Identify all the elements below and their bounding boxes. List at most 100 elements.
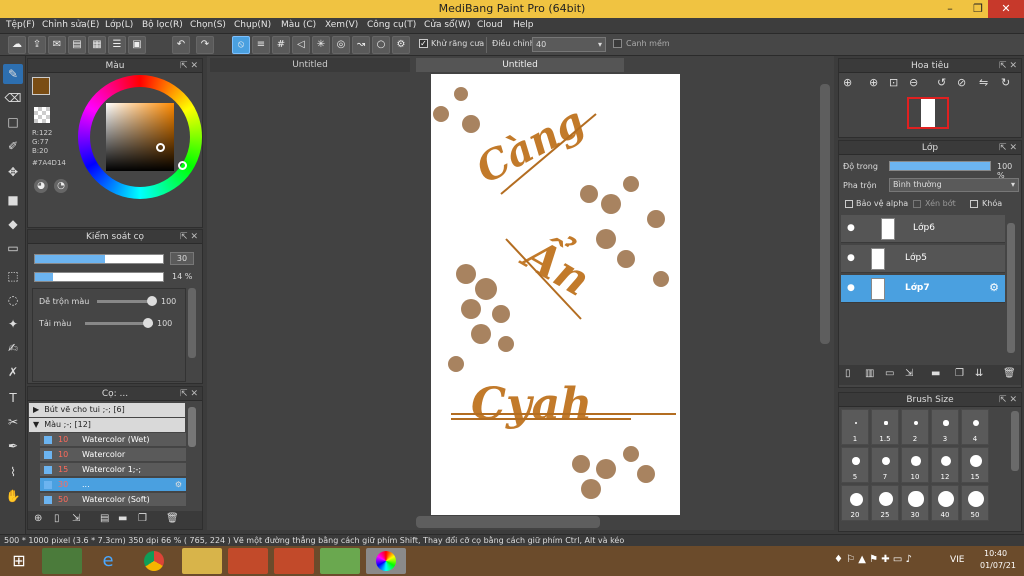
canvas-hscrollbar[interactable] [416, 516, 600, 528]
radial-snap-icon[interactable]: ✳ [312, 36, 330, 54]
clock-time[interactable]: 10:40 [984, 549, 1007, 558]
panel-close-icon[interactable]: ⇱ ✕ [999, 141, 1017, 155]
zoom-in-icon[interactable]: ⊕ [843, 76, 852, 89]
settings-snap-icon[interactable]: ⚙ [392, 36, 410, 54]
brush-tool-icon[interactable]: ✎ [3, 64, 23, 84]
lasso-tool-icon[interactable]: ◌ [3, 290, 23, 310]
brush-size-cell[interactable]: 15 [961, 447, 989, 483]
panel-close-icon[interactable]: ⇱ ✕ [180, 59, 198, 73]
brush-item[interactable]: 30... ⚙ [40, 478, 186, 492]
new-1bit-layer-icon[interactable]: ▭ [885, 368, 894, 379]
brush-size-slider[interactable] [34, 254, 164, 264]
taskbar-app-green[interactable] [320, 548, 360, 574]
dot-pen-tool-icon[interactable]: ✐ [3, 136, 23, 156]
chrome-icon[interactable] [134, 548, 174, 574]
lock-checkbox[interactable] [970, 200, 978, 208]
flip-icon[interactable]: ⇋ [979, 76, 988, 89]
sv-cursor[interactable] [156, 143, 165, 152]
magic-wand-tool-icon[interactable]: ✦ [3, 314, 23, 334]
duplicate-icon[interactable]: ❐ [138, 513, 147, 524]
clipping-checkbox[interactable] [913, 200, 921, 208]
brush-size-cell[interactable]: 30 [901, 485, 929, 521]
menu-window[interactable]: Cửa sổ(W) [424, 20, 470, 30]
redo-icon[interactable]: ↷ [196, 36, 214, 54]
undo-icon[interactable]: ↶ [172, 36, 190, 54]
canvas[interactable]: Càng Ẩn Cyah [431, 74, 680, 515]
gear-icon[interactable]: ⚙ [989, 281, 999, 294]
select-tool-icon[interactable]: ⬚ [3, 266, 23, 286]
gradient-tool-icon[interactable]: ▭ [3, 238, 23, 258]
document-icon[interactable]: ▦ [88, 36, 106, 54]
brush-size-cell[interactable]: 4 [961, 409, 989, 445]
folder-icon[interactable]: ▬ [118, 513, 127, 524]
new-file-icon[interactable]: ▯ [54, 513, 60, 524]
curve-snap-icon[interactable]: ↝ [352, 36, 370, 54]
brush-size-cell[interactable]: 7 [871, 447, 899, 483]
tab-untitled-1[interactable]: Untitled [210, 58, 410, 72]
scrollbar[interactable] [1011, 411, 1019, 471]
message-icon[interactable]: ▤ [68, 36, 86, 54]
paint-slider-thumb[interactable] [143, 318, 153, 328]
brush-item[interactable]: 10 Watercolor (Wet) [40, 433, 186, 447]
share-icon[interactable]: ⇪ [28, 36, 46, 54]
cross-snap-icon[interactable]: # [272, 36, 290, 54]
parallel-snap-icon[interactable]: ≡ [252, 36, 270, 54]
blend-slider-thumb[interactable] [147, 296, 157, 306]
menu-edit[interactable]: Chỉnh sửa(E) [42, 20, 99, 30]
blend-slider[interactable] [97, 300, 153, 303]
rotate-reset-icon[interactable]: ⊘ [957, 76, 966, 89]
canvas-vscrollbar[interactable] [820, 84, 830, 344]
brush-size-value[interactable]: 30 [170, 252, 194, 265]
brush-size-cell[interactable]: 20 [841, 485, 869, 521]
scrollbar[interactable] [188, 407, 196, 447]
panel-close-icon[interactable]: ⇱ ✕ [999, 59, 1017, 73]
select-eraser-tool-icon[interactable]: ✗ [3, 362, 23, 382]
file-explorer-icon[interactable] [182, 548, 222, 574]
brush-group-row[interactable]: ▶ Bút vẽ cho tui ;-; [6] [29, 403, 185, 417]
add-layer-menu-icon[interactable]: ⇲ [905, 368, 913, 379]
adjust-select[interactable]: 40 ▾ [532, 37, 606, 52]
menu-file[interactable]: Tệp(F) [6, 20, 35, 30]
brush-size-cell[interactable]: 1.5 [871, 409, 899, 445]
brush-size-cell[interactable]: 40 [931, 485, 959, 521]
hand-tool-icon[interactable]: ✋ [3, 486, 23, 506]
visibility-eye-icon[interactable]: ● [847, 283, 855, 293]
folder-icon[interactable]: ▬ [931, 368, 940, 379]
bucket-tool-icon[interactable]: ◆ [3, 214, 23, 234]
import-icon[interactable]: ⇲ [72, 513, 80, 524]
brush-size-cell[interactable]: 2 [901, 409, 929, 445]
zoom-in-icon[interactable]: ⊕ [869, 76, 878, 89]
close-button[interactable]: ✕ [988, 0, 1024, 18]
menu-filter[interactable]: Bộ lọc(R) [142, 20, 183, 30]
select-pen-tool-icon[interactable]: ✍ [3, 338, 23, 358]
menu-layer[interactable]: Lớp(L) [105, 20, 133, 30]
ellipse-snap-icon[interactable]: ○ [372, 36, 390, 54]
layer-blend-select[interactable]: Bình thường ▾ [889, 178, 1019, 192]
brush-size-cell[interactable]: 1 [841, 409, 869, 445]
grid-icon[interactable]: ▣ [128, 36, 146, 54]
protect-alpha-checkbox[interactable] [845, 200, 853, 208]
fit-icon[interactable]: ⊡ [889, 76, 898, 89]
layer-row[interactable]: ● Lớp7 ⚙ [841, 275, 1005, 303]
add-brush-icon[interactable]: ⊕ [34, 513, 42, 524]
brush-size-cell[interactable]: 50 [961, 485, 989, 521]
navigator-viewport[interactable] [907, 97, 949, 129]
panel-close-icon[interactable]: ⇱ ✕ [999, 393, 1017, 407]
properties-icon[interactable]: ▤ [100, 513, 109, 524]
taskbar-app-bluestacks[interactable] [42, 548, 82, 574]
cloud-icon[interactable]: ☁ [8, 36, 26, 54]
internet-explorer-icon[interactable]: e [88, 548, 128, 574]
brush-size-cell[interactable]: 10 [901, 447, 929, 483]
brush-size-cell[interactable]: 3 [931, 409, 959, 445]
vanishing-snap-icon[interactable]: ◁ [292, 36, 310, 54]
menu-snap[interactable]: Chụp(N) [234, 20, 271, 30]
clock-date[interactable]: 01/07/21 [980, 561, 1016, 570]
visibility-eye-icon[interactable]: ● [847, 223, 855, 233]
rotate-right-icon[interactable]: ↻ [1001, 76, 1010, 89]
brush-item[interactable]: 50 Watercolor (Soft) [40, 493, 186, 507]
eyedropper-tool-icon[interactable]: ✒ [3, 436, 23, 456]
fill-rect-tool-icon[interactable]: ■ [3, 190, 23, 210]
menu-select[interactable]: Chọn(S) [190, 20, 226, 30]
duplicate-icon[interactable]: ❐ [955, 368, 964, 379]
minimize-button[interactable]: – [936, 0, 964, 18]
